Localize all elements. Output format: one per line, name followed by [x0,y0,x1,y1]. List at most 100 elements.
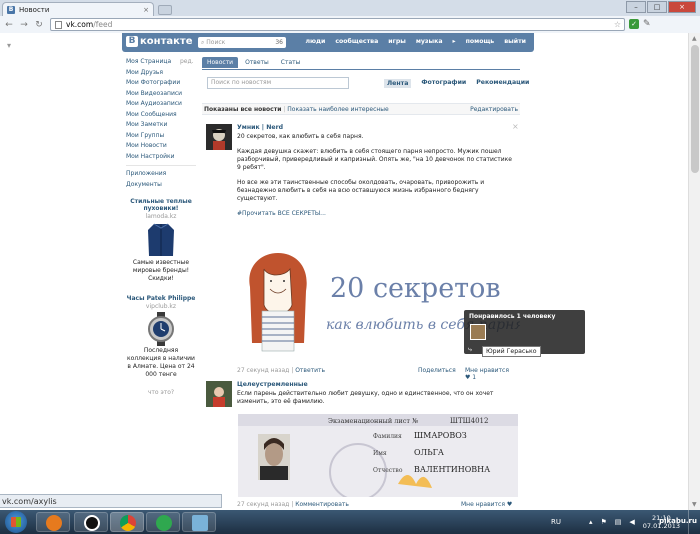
browser-tab[interactable]: В Новости × [2,2,154,16]
left-menu-item[interactable]: Приложения [126,169,196,180]
forward-icon[interactable]: → [18,19,30,31]
svg-text:20 секретов: 20 секретов [330,273,501,304]
close-window-button[interactable]: × [668,1,696,13]
post-author[interactable]: Умник | Nerd [237,124,517,132]
share-link[interactable]: Поделиться [418,367,456,374]
chrome-icon [120,515,136,531]
svg-text:Экзаменационный лист №: Экзаменационный лист № [328,417,418,425]
address-bar[interactable]: vk.com/feed ☆ [50,18,625,31]
left-menu-item[interactable]: Мои Видеозаписи [126,89,196,100]
filter-tabs: Лента Фотографии Рекомендации [384,79,529,88]
show-interesting-link[interactable]: Показать наиболее интересные [287,106,388,113]
left-menu-item[interactable]: Мои Заметки [126,120,196,131]
chevron-down-icon[interactable]: ▾ [7,41,11,50]
menu-play-icon[interactable]: ▸ [453,38,456,45]
read-more-link[interactable]: #Прочитать ВСЕ СЕКРЕТЫ... [237,210,517,218]
post-author[interactable]: Целеустремленные [237,381,517,389]
edit-feed-link[interactable]: Редактировать [470,104,518,115]
new-tab-button[interactable] [158,5,172,15]
maximize-button[interactable]: □ [647,1,667,13]
feed-post: Целеустремленные Если парень действитель… [206,381,518,510]
minimize-button[interactable]: – [626,1,646,13]
tab-close-icon[interactable]: × [143,6,149,14]
scroll-up-icon[interactable]: ▲ [692,35,697,42]
language-indicator[interactable]: RU [551,518,561,526]
post-time[interactable]: 27 секунд назад [237,501,289,508]
menu-communities[interactable]: сообщества [335,38,378,45]
filter-feed[interactable]: Лента [384,79,412,88]
ad-block[interactable]: Стильные теплые пуховики! lamoda.kz Самы… [126,198,196,283]
tab-answers[interactable]: Ответы [240,57,274,68]
left-menu-item[interactable]: Мои Фотографии [126,78,196,89]
left-menu-item[interactable]: Мои Группы [126,131,196,142]
reply-link[interactable]: Ответить [295,367,325,374]
post-body: Целеустремленные Если парень действитель… [237,381,517,406]
tab-news[interactable]: Новости [202,57,239,68]
avatar[interactable] [470,324,486,340]
edit-link[interactable]: ред. [180,57,194,68]
feed-tabs: Новости Ответы Статы [202,57,305,68]
news-search-input[interactable]: Поиск по новостям [207,77,349,89]
ad-title: Стильные теплые пуховики! [130,198,192,212]
left-menu-item[interactable]: Мои Настройки [126,152,196,163]
reload-icon[interactable]: ↻ [33,19,45,31]
avatar[interactable] [206,381,232,407]
tray-arrow-icon[interactable]: ▴ [589,518,593,526]
url-text: vk.com/feed [66,20,113,29]
filter-photos[interactable]: Фотографии [421,79,466,88]
like-button[interactable]: Мне нравится ♥ [461,501,512,508]
filter-recommendations[interactable]: Рекомендации [476,79,529,88]
taskbar-app-media[interactable] [36,512,70,532]
ad-title: Часы Patek Philippe [126,295,196,302]
left-menu-item[interactable]: Мои Новости [126,141,196,152]
menu-help[interactable]: помощь [466,38,495,45]
window-controls: – □ × [626,1,696,13]
taskbar-app-chrome[interactable] [110,512,144,532]
like-button[interactable]: Мне нравится ♥ 1 [465,367,516,381]
whats-that-link[interactable]: что это? [126,389,196,396]
browser-chrome: В Новости × – □ × ← → ↻ vk.com/feed ☆ ✓ … [0,0,700,33]
vk-logo[interactable]: Вконтакте [126,36,192,47]
post-text: Если парень действительно любит девушку,… [237,390,494,405]
network-icon[interactable]: ▤ [615,518,622,526]
menu-games[interactable]: игры [388,38,406,45]
menu-music[interactable]: музыка [416,38,443,45]
menu-people[interactable]: люди [305,38,325,45]
tab-statuses[interactable]: Статы [276,57,306,68]
comment-link[interactable]: Комментировать [295,501,349,508]
menu-logout[interactable]: выйти [504,38,526,45]
search-count: 36 [275,39,283,46]
back-icon[interactable]: ← [3,19,15,31]
scroll-down-icon[interactable]: ▼ [692,501,697,508]
vk-search-input[interactable]: ⌕ Поиск 36 [198,37,286,48]
left-menu-item[interactable]: Мои Друзья [126,68,196,79]
close-icon[interactable]: × [512,122,519,131]
volume-icon[interactable]: ◀ [629,518,634,526]
taskbar-app-mail[interactable] [146,512,180,532]
ad-text: Последняя коллекция в наличии в Алмате. … [127,347,195,378]
tooltip-title: Понравилось 1 человеку [469,313,556,320]
taskbar-app-other[interactable] [182,512,216,532]
watch-image [148,312,174,346]
left-menu-item[interactable]: Моя Страница ред. [126,57,196,68]
showing-bar: Показаны все новости | Показать наиболее… [202,103,520,115]
start-button[interactable] [5,511,27,533]
avatar[interactable] [206,124,232,150]
left-menu-item[interactable]: Мои Аудиозаписи [126,99,196,110]
extension-icon[interactable]: ✓ [629,19,639,29]
scrollbar[interactable]: ▲ ▼ [688,33,700,510]
flag-icon[interactable]: ⚑ [600,518,606,526]
post-body: Умник | Nerd 20 секретов, как влюбить в … [237,124,517,225]
post-time[interactable]: 27 секунд назад [237,367,289,374]
tooltip-user-name[interactable]: Юрий Гераськo [482,346,541,357]
scrollbar-thumb[interactable] [691,45,699,173]
taskbar-app-live[interactable] [74,512,108,532]
wrench-icon[interactable]: ✎ [643,19,653,29]
svg-text:ВАЛЕНТИНОВНА: ВАЛЕНТИНОВНА [414,465,490,474]
app-icon [192,515,208,531]
bookmark-star-icon[interactable]: ☆ [614,20,621,29]
ad-block[interactable]: Часы Patek Philippe vipclub.kz Последняя… [126,295,196,379]
left-menu-item[interactable]: Документы [126,180,196,191]
left-menu-item[interactable]: Мои Сообщения [126,110,196,121]
post-image[interactable]: Экзаменационный лист № ШТШ4012 Фамилия Ш… [238,414,518,497]
